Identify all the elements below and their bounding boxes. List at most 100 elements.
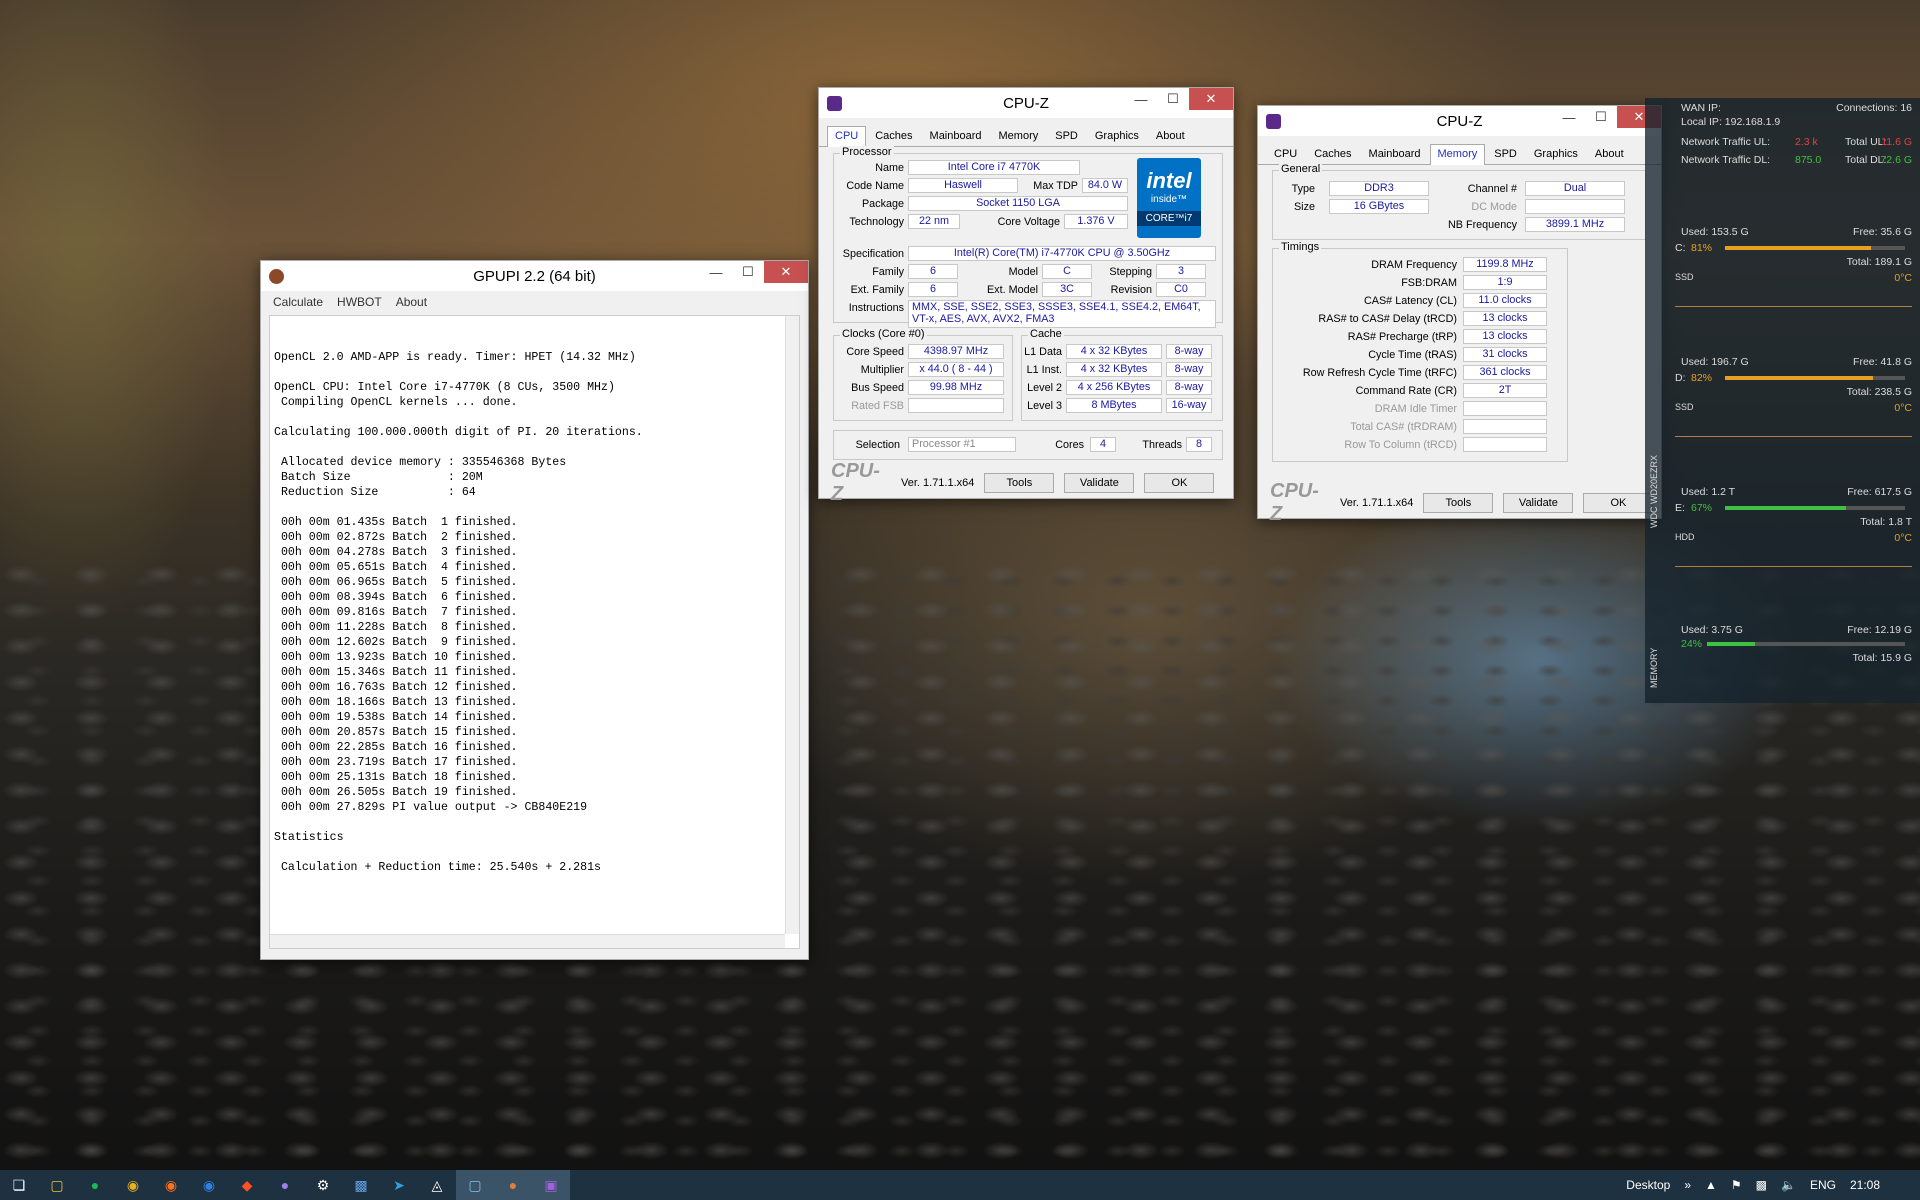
maximize-icon[interactable]: ☐ [1157,88,1189,110]
tray-overflow-icon[interactable]: ▲ [1705,1178,1717,1192]
drive-type: SSD [1675,272,1694,282]
processor-select[interactable]: Processor #1 [908,437,1016,452]
menu-hwbot[interactable]: HWBOT [337,295,382,309]
validate-button[interactable]: Validate [1064,473,1135,493]
horizontal-scrollbar[interactable] [270,934,785,948]
tab-cpu[interactable]: CPU [827,126,867,147]
level3-ways: 16-way [1166,398,1212,413]
chrome-icon[interactable]: ◉ [114,1170,152,1200]
tab-caches[interactable]: Caches [1306,144,1359,164]
extmodel-label: Ext. Model [986,284,1038,296]
firefox-icon[interactable]: ◉ [152,1170,190,1200]
maximize-icon[interactable]: ☐ [1585,106,1617,128]
traffic-dl-label: Network Traffic DL: [1681,154,1771,166]
tab-spd[interactable]: SPD [1047,126,1086,146]
stepping-label: Stepping [1109,266,1152,278]
toolbar-chevron-icon[interactable]: » [1684,1178,1691,1192]
tab-cpu[interactable]: CPU [1266,144,1305,164]
app-icon[interactable]: ◬ [418,1170,456,1200]
memory-free: Free: 12.19 G [1847,624,1912,636]
language-indicator[interactable]: ENG [1810,1178,1836,1192]
gpupi-titlebar[interactable]: GPUPI 2.2 (64 bit) — ☐ ✕ [261,261,808,291]
validate-button[interactable]: Validate [1503,493,1574,513]
minimize-icon[interactable]: — [1553,106,1585,128]
level2-ways: 8-way [1166,380,1212,395]
tab-memory[interactable]: Memory [991,126,1047,146]
clock[interactable]: 21:08 [1850,1178,1880,1192]
cpuz-titlebar[interactable]: CPU-Z — ☐ ✕ [819,88,1233,118]
volume-icon[interactable]: 🔈 [1781,1178,1796,1192]
tab-about[interactable]: About [1148,126,1193,146]
tools-button[interactable]: Tools [1423,493,1494,513]
wan-ip: WAN IP: [1681,102,1721,114]
flag-icon[interactable]: ⚑ [1731,1178,1742,1192]
tab-graphics[interactable]: Graphics [1087,126,1147,146]
brave-icon[interactable]: ◆ [228,1170,266,1200]
cpuz-app-icon [1266,114,1281,129]
maximize-icon[interactable]: ☐ [732,261,764,283]
cpuz-mem-titlebar[interactable]: CPU-Z — ☐ ✕ [1258,106,1661,136]
drive-free: Free: 41.8 G [1853,356,1912,368]
tab-spd[interactable]: SPD [1486,144,1525,164]
network-icon[interactable]: ▩ [1756,1178,1767,1192]
menu-about[interactable]: About [396,295,427,309]
ratedfsb-value [908,398,1004,413]
channel-value: Dual [1525,181,1625,196]
drive-activity-graph [1675,436,1912,437]
menu-calculate[interactable]: Calculate [273,295,323,309]
close-icon[interactable]: ✕ [764,261,808,283]
tab-graphics[interactable]: Graphics [1526,144,1586,164]
minimize-icon[interactable]: — [1125,88,1157,110]
drive-pct: 81% [1691,242,1713,254]
tab-caches[interactable]: Caches [867,126,920,146]
memory-usage-bar [1707,642,1905,646]
dcmode-value [1525,199,1625,214]
notepad-icon[interactable]: ▢ [456,1170,494,1200]
revision-value: C0 [1156,282,1206,297]
cpuz-taskbar-icon[interactable]: ▣ [532,1170,570,1200]
drive-pct: 82% [1691,372,1713,384]
desktop-toolbar[interactable]: Desktop [1626,1178,1670,1192]
l1inst-value: 4 x 32 KBytes [1066,362,1162,377]
gpupi-taskbar-icon[interactable]: ● [494,1170,532,1200]
cores-value: 4 [1090,437,1116,452]
corespeed-label: Core Speed [846,346,904,358]
minimize-icon[interactable]: — [700,261,732,283]
selection-group: Selection Processor #1 Cores 4 Threads 8 [833,430,1223,460]
tab-mainboard[interactable]: Mainboard [1361,144,1429,164]
timing-value: 361 clocks [1463,365,1547,380]
memory-used: Used: 3.75 G [1681,624,1743,636]
timing-label: DRAM Idle Timer [1374,403,1457,415]
connections: Connections: 16 [1836,102,1912,114]
drive-free: Free: 35.6 G [1853,226,1912,238]
drive-total: Total: 189.1 G [1846,256,1912,268]
ok-button[interactable]: OK [1583,493,1654,513]
drive-temp: 0°C [1894,532,1912,544]
steam-icon[interactable]: ⚙ [304,1170,342,1200]
name-value: Intel Core i7 4770K [908,160,1080,175]
tab-mainboard[interactable]: Mainboard [922,126,990,146]
cpuz-brand: CPU-Z [831,460,880,505]
tdp-value: 84.0 W [1082,178,1128,193]
cores-label: Cores [1055,439,1084,451]
spotify-icon[interactable]: ● [76,1170,114,1200]
intel-core-i7-logo: intel inside™ CORE™i7 [1137,158,1201,238]
level3-value: 8 MBytes [1066,398,1162,413]
tab-memory[interactable]: Memory [1429,144,1486,165]
file-explorer-icon[interactable]: ▢ [38,1170,76,1200]
vertical-scrollbar[interactable] [785,316,799,934]
browser-icon[interactable]: ◉ [190,1170,228,1200]
drive-activity-graph [1675,306,1912,307]
cpuz-footer: CPU-Z Ver. 1.71.1.x64 Tools Validate OK [819,460,1233,505]
drive-type: SSD [1675,402,1694,412]
telegram-icon[interactable]: ➤ [380,1170,418,1200]
discord-icon[interactable]: ● [266,1170,304,1200]
tab-about[interactable]: About [1587,144,1632,164]
drive-used: Used: 153.5 G [1681,226,1749,238]
l1data-ways: 8-way [1166,344,1212,359]
windows-start-icon[interactable]: ❏ [0,1170,38,1200]
tools-button[interactable]: Tools [984,473,1055,493]
close-icon[interactable]: ✕ [1189,88,1233,110]
hwinfo-icon[interactable]: ▩ [342,1170,380,1200]
ok-button[interactable]: OK [1144,473,1215,493]
